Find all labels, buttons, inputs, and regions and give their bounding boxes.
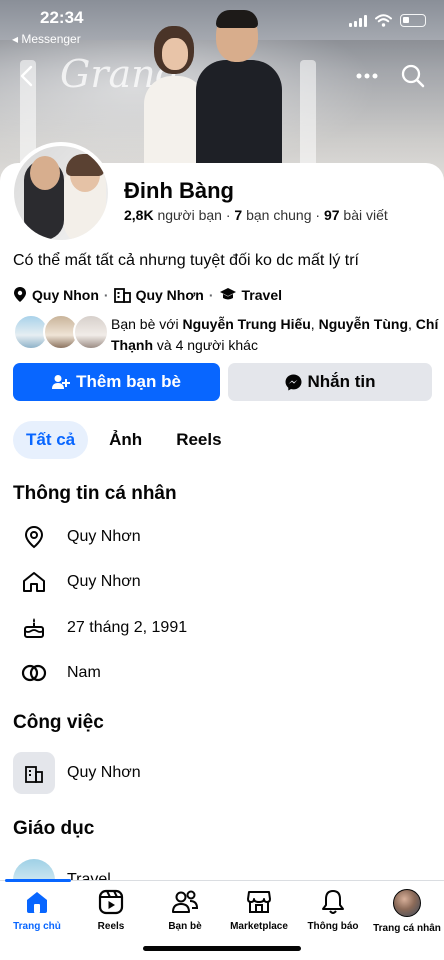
message-button[interactable]: Nhắn tin: [228, 363, 432, 401]
bell-icon: [322, 890, 344, 914]
building-icon: [113, 288, 131, 303]
graduation-cap-icon: [219, 288, 236, 300]
profile-bio: Có thể mất tất cả nhưng tuyệt đối ko dc …: [13, 252, 359, 269]
tab-photos[interactable]: Ảnh: [96, 421, 155, 459]
home-indicator: [143, 946, 301, 951]
personal-info-title: Thông tin cá nhân: [13, 483, 177, 504]
marketplace-icon: [247, 891, 271, 913]
search-icon: [401, 64, 425, 88]
info-row-gender: Nam: [20, 653, 420, 693]
wifi-icon: [375, 14, 392, 27]
profile-avatar-icon: [393, 889, 421, 917]
action-buttons: Thêm bạn bè Nhắn tin: [13, 363, 432, 401]
signal-icon: [349, 14, 367, 27]
mutual-friend-avatars: [13, 314, 109, 350]
nav-home[interactable]: Trang chủ: [0, 889, 74, 932]
work-item[interactable]: Quy Nhơn: [13, 752, 433, 794]
nav-marketplace[interactable]: Marketplace: [222, 889, 296, 932]
education-title: Giáo dục: [13, 818, 95, 839]
chevron-left-icon: [20, 65, 33, 87]
profile-avatar[interactable]: [10, 142, 112, 244]
nav-friends[interactable]: Bạn bè: [148, 889, 222, 932]
add-friend-icon: [52, 375, 71, 389]
back-to-app-link[interactable]: ◂ Messenger: [12, 32, 81, 46]
nav-notifications[interactable]: Thông báo: [296, 889, 370, 932]
profile-name: Đinh Bàng: [124, 178, 234, 203]
work-value: Quy Nhơn: [67, 764, 141, 781]
building-icon: [13, 752, 55, 794]
active-tab-indicator: [5, 879, 71, 882]
messenger-icon: [285, 374, 301, 390]
location-pin-icon: [14, 287, 26, 302]
nav-reels[interactable]: Reels: [74, 889, 148, 932]
tab-reels[interactable]: Reels: [163, 421, 234, 459]
info-row-birthday: 27 tháng 2, 1991: [20, 608, 420, 648]
reels-icon: [98, 889, 124, 915]
birthday-cake-icon: [24, 618, 44, 638]
more-options-button[interactable]: [349, 58, 385, 94]
friends-icon: [172, 890, 199, 913]
mutual-friends-text: Bạn bè với Nguyễn Trung Hiếu, Nguyễn Tùn…: [111, 316, 439, 353]
add-friend-button[interactable]: Thêm bạn bè: [13, 363, 220, 401]
profile-stats: 2,8K người bạn · 7 bạn chung · 97 bài vi…: [124, 207, 388, 223]
location-pin-icon: [24, 525, 44, 549]
search-button[interactable]: [395, 58, 431, 94]
tab-all[interactable]: Tất cả: [13, 421, 89, 459]
status-bar: 22:34 ◂ Messenger: [0, 0, 444, 52]
info-row-location: Quy Nhơn: [20, 517, 420, 557]
home-icon: [23, 572, 45, 592]
home-icon: [27, 892, 47, 913]
work-title: Công việc: [13, 712, 104, 733]
profile-meta-row: Quy Nhon · Quy Nhơn · Travel: [13, 286, 282, 303]
more-dots-icon: [356, 73, 378, 79]
meta-hometown: Quy Nhơn: [135, 286, 204, 303]
meta-education: Travel: [241, 286, 283, 303]
profile-tabs: Tất cả Ảnh Reels: [13, 421, 235, 459]
nav-profile[interactable]: Trang cá nhân: [370, 889, 444, 934]
battery-icon: [400, 14, 426, 27]
meta-location: Quy Nhon: [32, 286, 99, 303]
mutual-friends[interactable]: Bạn bè với Nguyễn Trung Hiếu, Nguyễn Tùn…: [13, 314, 441, 356]
status-time: 22:34: [40, 8, 84, 27]
info-row-hometown: Quy Nhơn: [20, 562, 420, 602]
back-button[interactable]: [8, 58, 44, 94]
gender-rings-icon: [21, 664, 47, 682]
